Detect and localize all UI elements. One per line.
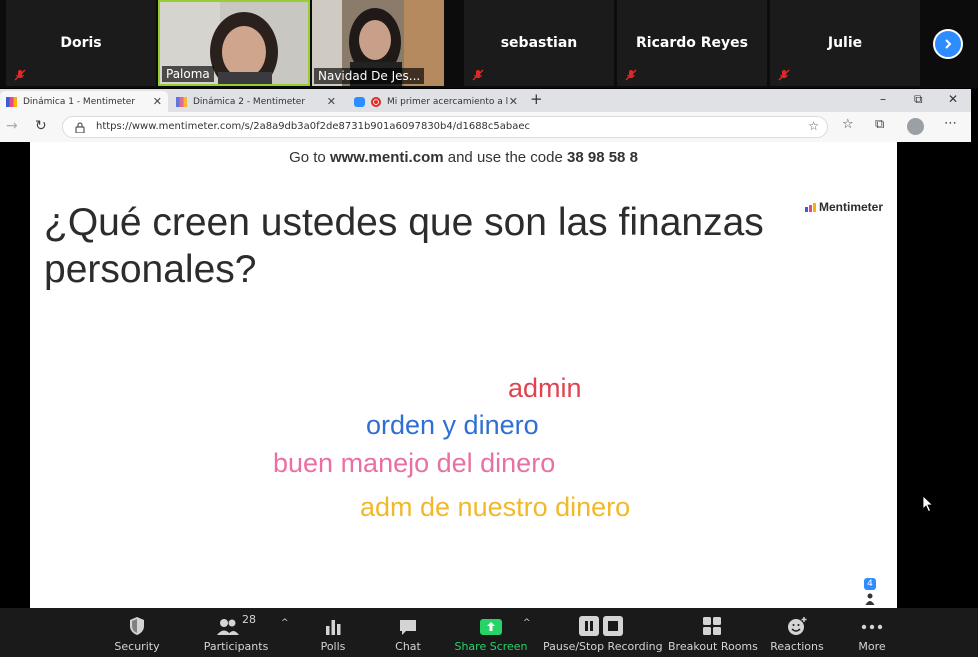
mic-muted-icon (472, 69, 484, 81)
participant-tile-doris[interactable]: Doris (6, 0, 156, 86)
add-favorite-icon[interactable]: ☆ (808, 119, 819, 133)
word-cloud-word: adm de nuestro dinero (360, 492, 631, 522)
reactions-icon (788, 617, 807, 635)
profile-avatar[interactable] (907, 118, 924, 135)
mentimeter-logo-icon (804, 202, 816, 212)
mic-muted-icon (778, 69, 790, 81)
polls-button[interactable]: Polls (310, 608, 356, 657)
chat-icon (400, 620, 416, 635)
zoom-favicon-icon (354, 96, 365, 107)
participants-label: Participants (203, 640, 269, 653)
recording-icon (371, 96, 381, 107)
participant-tile-navidad[interactable]: Navidad De Jes... (312, 0, 444, 86)
more-button[interactable]: More (852, 608, 892, 657)
polls-label: Polls (320, 640, 346, 653)
participant-tile-ricardo[interactable]: Ricardo Reyes (617, 0, 767, 86)
brand-name: Mentimeter (818, 200, 883, 214)
share-screen-label: Share Screen (454, 640, 528, 653)
voter-count: 4 (864, 578, 876, 590)
reactions-button[interactable]: Reactions (768, 608, 826, 657)
join-instructions: Go to www.menti.com and use the code 38 … (30, 149, 897, 166)
more-label: More (858, 640, 886, 653)
participants-button[interactable]: 28 Participants (200, 608, 272, 657)
menu-dots-icon[interactable]: ⋯ (944, 116, 957, 131)
share-caret-icon[interactable]: ^ (523, 618, 531, 628)
slide-question: ¿Qué creen ustedes que son las finanzas … (44, 201, 764, 291)
tab-bar: Dinámica 1 - Mentimeter ✕ Dinámica 2 - M… (0, 89, 971, 112)
meeting-toolbar: Security 28 Participants ^ Polls Chat Sh… (0, 608, 978, 657)
voter-count-badge: 4 (856, 576, 884, 606)
breakout-rooms-button[interactable]: Breakout Rooms (668, 608, 758, 657)
url-text: https://www.mentimeter.com/s/2a8a9db3a0f… (96, 121, 531, 132)
security-button[interactable]: Security (106, 608, 168, 657)
close-window-button[interactable]: ✕ (948, 92, 958, 106)
favorites-icon[interactable]: ☆ (842, 117, 854, 132)
word-cloud-word: orden y dinero (366, 410, 539, 440)
mentimeter-favicon-icon (176, 96, 187, 107)
join-middle: and use the code (443, 149, 568, 166)
new-tab-button[interactable]: + (530, 90, 543, 108)
participant-name: sebastian (500, 35, 578, 51)
share-screen-button[interactable]: Share Screen (452, 608, 530, 657)
lock-icon (75, 122, 85, 133)
participants-icon (217, 619, 239, 635)
restore-button[interactable]: ⧉ (914, 92, 923, 107)
reload-icon[interactable]: ↻ (35, 118, 47, 134)
close-tab-icon[interactable]: ✕ (327, 95, 336, 108)
person-icon (865, 593, 875, 605)
share-screen-icon (480, 619, 502, 635)
pause-stop-icon (579, 616, 623, 636)
mentimeter-logo: Mentimeter (804, 200, 883, 214)
minimize-button[interactable]: – (880, 92, 886, 106)
join-code: 38 98 58 8 (567, 149, 638, 166)
participant-name: Paloma (162, 66, 214, 82)
more-dots-icon (861, 624, 883, 630)
participant-name: Ricardo Reyes (636, 35, 748, 51)
tab-title: Dinámica 1 - Mentimeter (23, 96, 136, 107)
tab-dinamica-1[interactable]: Dinámica 1 - Mentimeter ✕ (0, 91, 168, 112)
join-site: www.menti.com (329, 149, 444, 166)
participant-name: Julie (827, 35, 863, 51)
chevron-right-icon (945, 39, 952, 49)
breakout-rooms-icon (703, 617, 721, 635)
chat-label: Chat (395, 640, 421, 653)
next-participants-button[interactable] (933, 29, 963, 59)
word-cloud-word: buen manejo del dinero (273, 448, 556, 478)
participant-tile-paloma[interactable]: Paloma (158, 0, 310, 86)
participants-count: 28 (242, 613, 256, 626)
back-arrow-icon[interactable]: → (6, 118, 18, 134)
mic-muted-icon (14, 69, 26, 81)
pause-stop-recording-button[interactable]: Pause/Stop Recording (543, 608, 663, 657)
polls-icon (326, 620, 341, 635)
close-tab-icon[interactable]: ✕ (509, 95, 518, 108)
participant-name: Doris (60, 35, 102, 51)
tab-title: Mi primer acercamiento a l (387, 96, 509, 107)
mouse-cursor-icon (923, 496, 933, 512)
address-bar: → ↻ https://www.mentimeter.com/s/2a8a9db… (0, 112, 971, 142)
tab-dinamica-2[interactable]: Dinámica 2 - Mentimeter ✕ (170, 91, 342, 112)
participant-strip: Doris Paloma Navidad De Jes... sebastian… (0, 0, 978, 88)
tab-title: Dinámica 2 - Mentimeter (193, 96, 306, 107)
chat-button[interactable]: Chat (386, 608, 430, 657)
participants-caret-icon[interactable]: ^ (281, 618, 289, 628)
tab-zoom-meeting[interactable]: Mi primer acercamiento a l ✕ (348, 91, 524, 112)
close-tab-icon[interactable]: ✕ (153, 95, 162, 108)
breakout-label: Breakout Rooms (668, 640, 758, 653)
mentimeter-favicon-icon (6, 96, 17, 107)
participant-name: Navidad De Jes... (314, 68, 425, 84)
participant-tile-julie[interactable]: Julie (770, 0, 920, 86)
security-label: Security (114, 640, 160, 653)
reactions-label: Reactions (770, 640, 824, 653)
mic-muted-icon (625, 69, 637, 81)
recording-label: Pause/Stop Recording (543, 640, 663, 653)
join-prefix: Go to (289, 149, 330, 166)
url-field[interactable]: https://www.mentimeter.com/s/2a8a9db3a0f… (62, 116, 828, 138)
collections-icon[interactable]: ⧉ (875, 117, 884, 132)
browser-window: Dinámica 1 - Mentimeter ✕ Dinámica 2 - M… (0, 89, 971, 142)
participant-tile-sebastian[interactable]: sebastian (464, 0, 614, 86)
shield-icon (130, 617, 144, 635)
word-cloud-word: admin (508, 373, 582, 403)
mentimeter-slide: Go to www.menti.com and use the code 38 … (30, 142, 897, 608)
